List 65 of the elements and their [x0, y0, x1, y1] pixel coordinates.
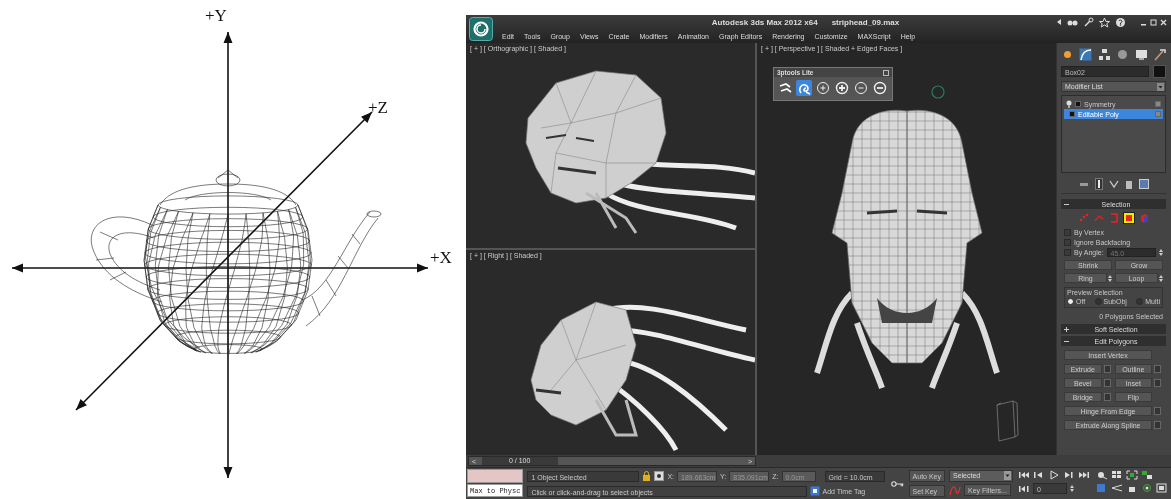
tool-button[interactable] [853, 80, 869, 96]
hierarchy-icon[interactable] [1097, 47, 1111, 61]
next-frame-icon[interactable] [1063, 470, 1075, 480]
close-icon[interactable] [883, 69, 889, 76]
radio-button[interactable] [1094, 298, 1102, 305]
tool-button[interactable] [796, 80, 812, 96]
settings-toggle[interactable] [1154, 421, 1161, 429]
radio-button[interactable] [1067, 298, 1074, 305]
go-to-start-icon[interactable] [1018, 470, 1030, 480]
axis-label: +Z [368, 98, 388, 117]
tool-button[interactable] [815, 80, 831, 96]
box-wireframe-icon [993, 399, 1019, 443]
checkbox[interactable] [1064, 248, 1071, 256]
settings-toggle[interactable] [1103, 365, 1111, 373]
zoom-extents-icon[interactable] [1126, 470, 1138, 480]
bar-icon[interactable] [1094, 178, 1103, 190]
key-icon[interactable] [890, 478, 904, 489]
zoom-all-icon[interactable] [1111, 470, 1123, 480]
axis-label: +X [430, 248, 452, 267]
close-icon[interactable] [1160, 19, 1167, 26]
wrench-icon[interactable] [1083, 17, 1094, 28]
spinner-icon[interactable] [1070, 484, 1074, 493]
go-to-end-icon[interactable] [1078, 470, 1090, 480]
circle-icon [931, 85, 945, 99]
crosshair-icon[interactable] [654, 471, 665, 481]
bulb-icon[interactable] [1066, 100, 1072, 108]
star-icon[interactable] [1099, 17, 1110, 28]
play-icon[interactable] [1048, 470, 1060, 480]
tool-button[interactable] [834, 80, 850, 96]
color-swatch[interactable] [1153, 65, 1166, 78]
app-logo-icon[interactable] [469, 17, 493, 41]
key-mode-icon[interactable] [1018, 483, 1030, 494]
file-name: striphead_09.max [831, 18, 900, 27]
settings-toggle[interactable] [1154, 407, 1161, 415]
zoom-icon[interactable] [1096, 470, 1108, 480]
settings-toggle[interactable] [1103, 379, 1111, 387]
spinner-icon[interactable] [1159, 247, 1163, 257]
orbit-icon[interactable] [1141, 483, 1153, 493]
monitor-icon[interactable] [1134, 47, 1148, 61]
tool-button[interactable] [872, 80, 888, 96]
axis-label: +Y [205, 6, 227, 25]
polygon-icon[interactable] [1122, 212, 1135, 224]
settings-toggle[interactable] [1154, 365, 1161, 373]
settings-toggle[interactable] [1154, 379, 1161, 387]
maximize-viewport-icon[interactable] [1156, 483, 1168, 493]
help-icon[interactable] [1115, 17, 1126, 28]
lock-icon[interactable] [642, 471, 652, 481]
settings-toggle[interactable] [1103, 393, 1111, 401]
radio-button[interactable] [1136, 298, 1144, 305]
caret-icon[interactable] [1055, 17, 1062, 28]
caret-icon [1004, 471, 1011, 481]
hammer-icon[interactable] [1152, 47, 1166, 61]
tool-button[interactable] [777, 80, 793, 96]
window-title: Autodesk 3ds Max 2012 x64 [711, 18, 818, 27]
curve-icon[interactable] [1079, 47, 1093, 61]
previous-frame-icon[interactable] [1033, 470, 1045, 480]
checkbox[interactable] [1064, 228, 1071, 236]
time-tag-icon[interactable] [809, 486, 820, 496]
maximize-icon[interactable] [1150, 19, 1157, 26]
listener-field[interactable] [467, 469, 524, 483]
check-icon[interactable] [1108, 179, 1119, 189]
circle-icon[interactable] [1116, 47, 1130, 61]
zoom-extents-all-icon[interactable] [1141, 470, 1153, 480]
caret-icon [1157, 82, 1164, 91]
checkbox[interactable] [1064, 238, 1071, 246]
